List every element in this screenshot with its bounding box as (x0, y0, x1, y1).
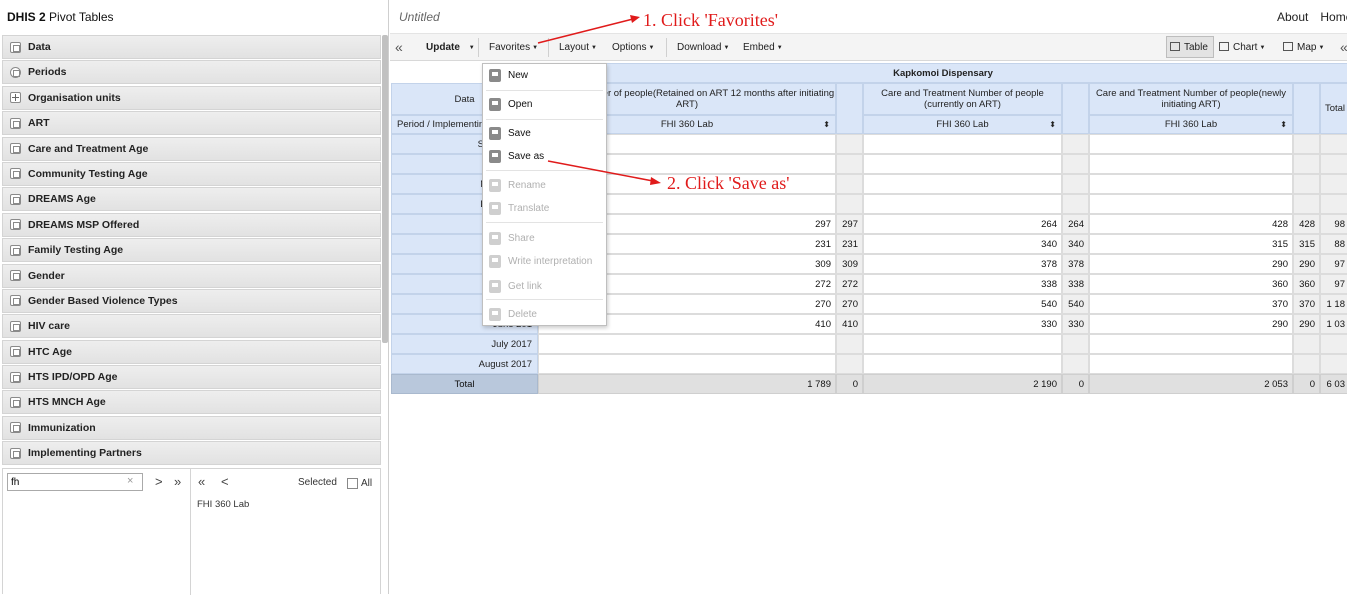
annotation-step2: 2. Click 'Save as' (667, 173, 790, 193)
annotation-step1: 1. Click 'Favorites' (643, 10, 778, 30)
arrow-save-as (547, 160, 654, 182)
arrow-head (630, 15, 640, 23)
arrow-head (650, 177, 661, 185)
arrow-favorites (537, 18, 634, 44)
annotation-arrows (537, 15, 661, 185)
